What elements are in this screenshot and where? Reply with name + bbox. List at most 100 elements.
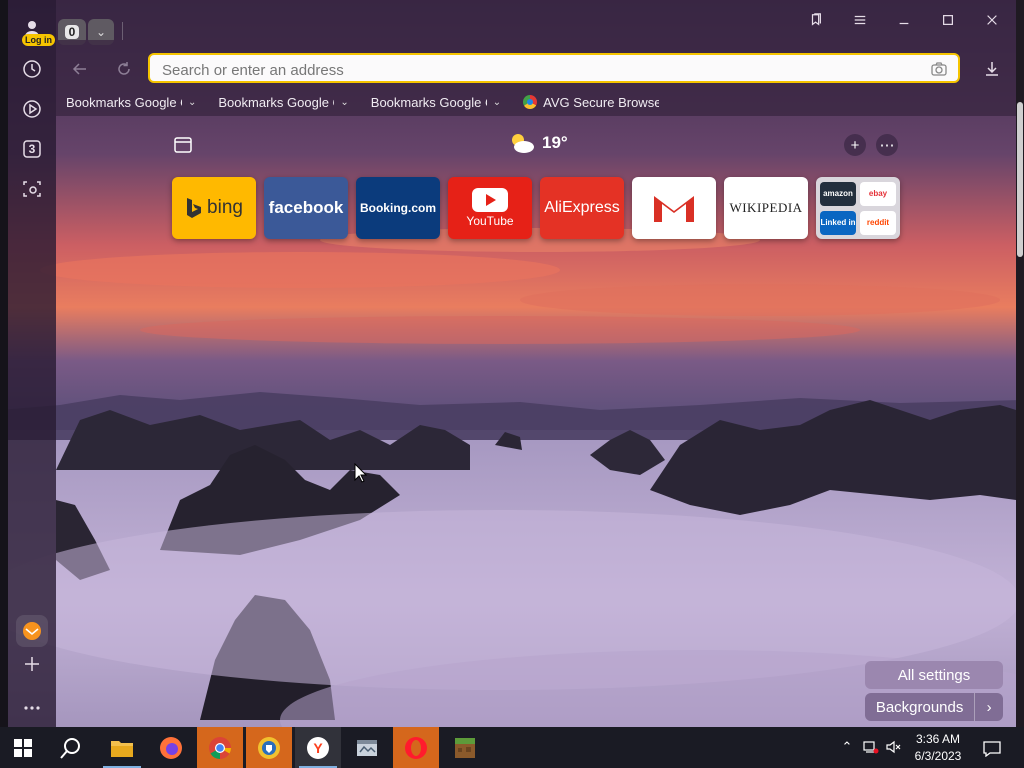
chrome-icon [209, 736, 231, 759]
more-dots-icon: ⋯ [879, 137, 895, 154]
chevron-down-icon: ⌄ [188, 96, 197, 108]
bing-logo-icon [187, 198, 202, 218]
title-separator [122, 22, 123, 40]
video-button[interactable] [16, 93, 48, 125]
address-input[interactable] [160, 59, 914, 81]
weather-widget[interactable]: 19° [508, 132, 568, 154]
tab-count: 0 [64, 25, 80, 39]
menu-button[interactable] [840, 6, 880, 34]
tile-label: Booking.com [359, 201, 436, 215]
mail-app-button[interactable] [16, 615, 48, 647]
bookmark-collection-icon [811, 13, 821, 26]
taskbar-yandex-browser[interactable]: Y [295, 727, 341, 768]
login-label[interactable]: Log in [22, 34, 55, 46]
mail-icon [23, 622, 41, 640]
sidebar-more-button[interactable] [16, 692, 48, 724]
chevron-down-icon: ⌄ [492, 96, 502, 108]
taskbar-avg-browser[interactable] [246, 727, 292, 768]
tile-group[interactable]: amazon ebay Linked in reddit [816, 177, 900, 239]
yandex-browser-icon: Y [307, 736, 329, 759]
bookmarks-panel-button[interactable] [796, 6, 836, 34]
taskbar-firefox[interactable] [148, 727, 194, 768]
backgrounds-button[interactable]: Backgrounds › [865, 693, 1003, 721]
minecraft-icon [455, 737, 475, 758]
add-tile-button[interactable]: + [844, 134, 866, 156]
bookmark-folder[interactable]: Bookmarks Google Ch ⌄ [218, 95, 348, 110]
bookmark-label: Bookmarks Google Ch [370, 94, 487, 110]
gmail-logo-icon [654, 194, 694, 222]
tray-overflow-icon[interactable]: ⌃ [839, 739, 855, 755]
volume-muted-icon[interactable] [886, 739, 902, 755]
mini-tile-reddit[interactable]: reddit [860, 210, 896, 235]
taskbar-minecraft[interactable] [442, 727, 488, 768]
notifications-button[interactable] [983, 740, 1001, 758]
tile-label: bing [207, 197, 243, 218]
downloads-button[interactable] [978, 55, 1006, 83]
add-sidebar-app-button[interactable] [16, 648, 48, 680]
maximize-button[interactable] [928, 6, 968, 34]
tab-window-icon[interactable] [172, 134, 194, 156]
history-icon [23, 60, 41, 78]
bookmark-label: Bookmarks Google Ch [66, 94, 182, 110]
tile-label: YouTube [466, 214, 514, 228]
mini-tile-linkedin[interactable]: Linked in [820, 210, 856, 235]
minimize-button[interactable] [884, 6, 924, 34]
tab-count-button[interactable]: 3 [16, 133, 48, 165]
chevron-right-icon[interactable]: › [974, 693, 1003, 721]
hamburger-icon [854, 15, 866, 25]
sidebar: Log in 3 [8, 0, 56, 727]
firefox-icon [160, 736, 182, 759]
taskbar-file-explorer[interactable] [99, 727, 145, 768]
all-settings-button[interactable]: All settings [865, 661, 1003, 689]
mini-tile-amazon[interactable]: amazon [820, 181, 856, 206]
tile-aliexpress[interactable]: AliExpress [540, 177, 624, 239]
reload-button[interactable] [110, 55, 138, 83]
tile-booking[interactable]: Booking.com [356, 177, 440, 239]
chevron-down-icon: ⌄ [340, 96, 349, 108]
folder-icon [111, 740, 133, 757]
all-settings-label: All settings [897, 666, 971, 684]
desktop-edge [0, 0, 8, 727]
chevron-down-icon: ⌄ [95, 25, 107, 39]
mini-tile-ebay[interactable]: ebay [860, 181, 896, 206]
svg-text:Y: Y [313, 740, 323, 756]
reload-icon [118, 62, 130, 75]
taskbar-opera[interactable] [393, 727, 439, 768]
play-icon [23, 100, 41, 118]
youtube-play-icon [472, 188, 508, 212]
taskbar-app-window[interactable] [344, 727, 390, 768]
windows-logo-icon [14, 738, 32, 757]
screenshot-button[interactable] [16, 173, 48, 205]
arrow-left-icon [72, 63, 86, 75]
back-button[interactable] [66, 55, 94, 83]
close-button[interactable] [972, 6, 1012, 34]
bookmark-link[interactable]: AVG Secure Browser [523, 95, 659, 110]
taskbar-chrome[interactable] [197, 727, 243, 768]
app-window-icon [357, 739, 377, 756]
scrollbar-thumb[interactable] [1017, 102, 1023, 257]
taskbar-clock[interactable]: 3:36 AM 6/3/2023 [906, 731, 970, 765]
search-button[interactable] [48, 727, 94, 768]
network-icon[interactable] [863, 739, 879, 755]
tile-label: facebook [268, 198, 344, 217]
tiles-options-button[interactable]: ⋯ [876, 134, 898, 156]
search-icon [60, 737, 80, 759]
speaker-icon [886, 740, 901, 754]
camera-search-icon[interactable] [930, 60, 948, 78]
bookmark-folder[interactable]: Bookmarks Google Ch ⌄ [371, 95, 501, 110]
history-button[interactable] [16, 53, 48, 85]
tile-bing[interactable]: bing [172, 177, 256, 239]
tile-facebook[interactable]: facebook [264, 177, 348, 239]
backgrounds-label: Backgrounds [875, 698, 964, 716]
mouse-cursor-icon [354, 463, 368, 483]
tile-label: WIKIPEDIA [729, 200, 803, 215]
start-button[interactable] [0, 727, 46, 768]
tile-youtube[interactable]: YouTube [448, 177, 532, 239]
bookmark-folder[interactable]: Bookmarks Google Ch ⌄ [66, 95, 196, 110]
tile-gmail[interactable] [632, 177, 716, 239]
plus-icon: + [850, 136, 860, 154]
address-bar [148, 53, 960, 83]
weather-temp: 19° [542, 133, 568, 152]
tile-wikipedia[interactable]: WIKIPEDIA [724, 177, 808, 239]
avg-browser-icon [523, 95, 538, 109]
